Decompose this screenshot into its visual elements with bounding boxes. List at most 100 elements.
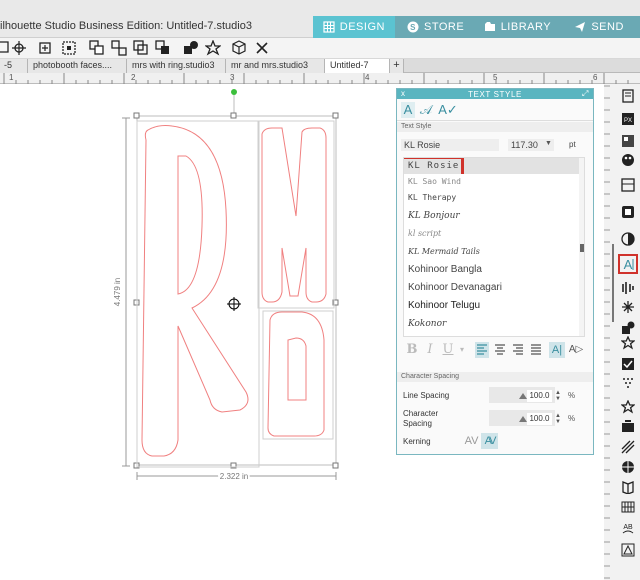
font-item-label: Kokonor: [408, 319, 447, 329]
offset-icon[interactable]: [621, 321, 635, 335]
text-style-icon[interactable]: [621, 232, 635, 246]
doc-tab[interactable]: mr and mrs.studio3: [226, 59, 325, 73]
letter-m-outline[interactable]: [261, 127, 327, 303]
modify-icon[interactable]: [621, 300, 635, 314]
bold-button[interactable]: B: [405, 342, 419, 358]
ruler-number: 3: [230, 73, 235, 82]
tab-send[interactable]: SEND: [558, 16, 640, 38]
justify-icon[interactable]: [529, 342, 543, 358]
slider-handle[interactable]: [519, 393, 527, 399]
align-left-icon[interactable]: [475, 342, 489, 358]
resize-handle[interactable]: [332, 112, 339, 119]
font-list-item-selected[interactable]: KL Rosie: [404, 158, 579, 174]
font-list-scrollbar[interactable]: [579, 158, 584, 336]
image-effects-icon[interactable]: [621, 178, 635, 192]
selection-box-icon[interactable]: [37, 40, 54, 56]
font-list-item[interactable]: KL Therapy: [404, 190, 579, 206]
rhinestone-icon[interactable]: [621, 543, 635, 557]
scrollbar-thumb[interactable]: [580, 244, 584, 252]
group-icon[interactable]: [89, 40, 106, 56]
trace-icon[interactable]: [621, 336, 635, 350]
resize-handle[interactable]: [230, 112, 237, 119]
tab-store[interactable]: S STORE: [394, 16, 477, 38]
cut-settings-icon[interactable]: [621, 400, 635, 414]
font-list-item[interactable]: KL Sao Wind: [404, 174, 579, 190]
line-spacing-spinner[interactable]: ▲ ▼: [555, 390, 561, 402]
arrange-icon[interactable]: [155, 40, 172, 56]
sketch-icon[interactable]: [621, 357, 635, 371]
panel-close-button[interactable]: x: [401, 89, 406, 98]
font-size-dropdown-icon[interactable]: ▼: [545, 140, 552, 147]
crosshair-icon[interactable]: [11, 40, 28, 56]
toolbar: [0, 38, 640, 59]
kerning-on-button[interactable]: AV: [481, 433, 498, 449]
tab-design[interactable]: DESIGN: [313, 16, 395, 38]
font-list-item[interactable]: kl script: [404, 226, 579, 242]
fold-icon[interactable]: [621, 480, 635, 494]
font-list[interactable]: KL Rosie KL Sao Wind KL Therapy KL Bonjo…: [403, 157, 585, 337]
emboss-icon[interactable]: [621, 440, 635, 454]
vertical-scrollbar-thumb[interactable]: [612, 244, 614, 322]
slider-handle[interactable]: [519, 416, 527, 422]
send-icon: [574, 21, 586, 33]
doc-tab-active[interactable]: Untitled-7: [325, 59, 390, 73]
kerning-off-button[interactable]: AV: [463, 433, 480, 449]
page-setup-icon[interactable]: [621, 89, 635, 103]
tab-text-style[interactable]: A: [401, 102, 415, 118]
ungroup-icon[interactable]: [111, 40, 128, 56]
replicate-icon[interactable]: [183, 40, 200, 56]
font-list-item[interactable]: Kohinoor Devanagari: [404, 280, 579, 296]
text-direction-button[interactable]: A|: [549, 342, 565, 358]
tab-text-check[interactable]: A✓: [437, 102, 459, 118]
resize-handle[interactable]: [332, 462, 339, 469]
character-spacing-value[interactable]: 100.0: [527, 413, 552, 425]
new-tab-button[interactable]: +: [390, 59, 404, 73]
character-spacing-unit: %: [568, 414, 576, 423]
line-spacing-value[interactable]: 100.0: [527, 390, 552, 402]
font-name-field[interactable]: KL Rosie: [401, 139, 499, 151]
favorites-star-icon[interactable]: [621, 376, 635, 390]
layer-icon[interactable]: [133, 40, 150, 56]
font-list-item[interactable]: Kohinoor Bangla: [404, 262, 579, 278]
resize-handle[interactable]: [133, 112, 140, 119]
line-color-icon[interactable]: [621, 153, 635, 167]
star-icon[interactable]: [204, 39, 222, 56]
tab-library[interactable]: LIBRARY: [476, 16, 559, 38]
font-list-item[interactable]: KL Mermaid Tails: [404, 244, 579, 260]
align-icon[interactable]: A: [618, 254, 638, 274]
3d-box-icon[interactable]: [231, 40, 248, 56]
text-path-button[interactable]: A▷: [567, 342, 585, 358]
group-box-icon[interactable]: [61, 40, 78, 56]
fill-color-icon[interactable]: [621, 134, 635, 148]
character-spacing-spinner[interactable]: ▲ ▼: [555, 413, 561, 425]
doc-tab[interactable]: photobooth faces....: [28, 59, 127, 73]
warp-icon[interactable]: [621, 460, 635, 474]
replicate-icon[interactable]: [621, 281, 635, 295]
font-item-label: KL Mermaid Tails: [408, 247, 480, 256]
font-list-item[interactable]: KL Bonjour: [404, 208, 579, 224]
align-center-icon[interactable]: [493, 342, 507, 358]
font-list-item[interactable]: Kokonor: [404, 316, 579, 332]
letter-r-outline[interactable]: [141, 125, 249, 457]
center-crosshair-icon[interactable]: [227, 297, 241, 311]
doc-tab[interactable]: -5: [0, 59, 28, 73]
letter-n-outline[interactable]: [267, 311, 325, 437]
align-right-icon[interactable]: [511, 342, 525, 358]
panel-resize-icon[interactable]: ⤢: [582, 89, 589, 99]
font-list-item[interactable]: Kohinoor Telugu: [404, 298, 579, 314]
curve-text-icon[interactable]: AB: [621, 521, 635, 535]
pixscan-icon[interactable]: PX: [621, 112, 635, 126]
shadow-icon[interactable]: [621, 205, 635, 219]
stipple-icon[interactable]: [621, 420, 635, 434]
text-style-panel: x TEXT STYLE ⤢ A 𝒜 A✓ Text Style KL Rosi…: [396, 88, 594, 455]
puzzle-icon[interactable]: [621, 500, 635, 514]
underline-button[interactable]: U: [441, 342, 455, 358]
delete-x-icon[interactable]: [254, 40, 271, 56]
doc-tab[interactable]: mrs with ring.studio3: [127, 59, 226, 73]
underline-dropdown[interactable]: ▾: [455, 342, 469, 358]
tab-text-font[interactable]: 𝒜: [419, 102, 433, 118]
library-icon: [484, 21, 496, 33]
italic-button[interactable]: I: [423, 342, 437, 358]
rotate-handle[interactable]: [231, 89, 237, 95]
ruler-number: 2: [131, 73, 136, 82]
